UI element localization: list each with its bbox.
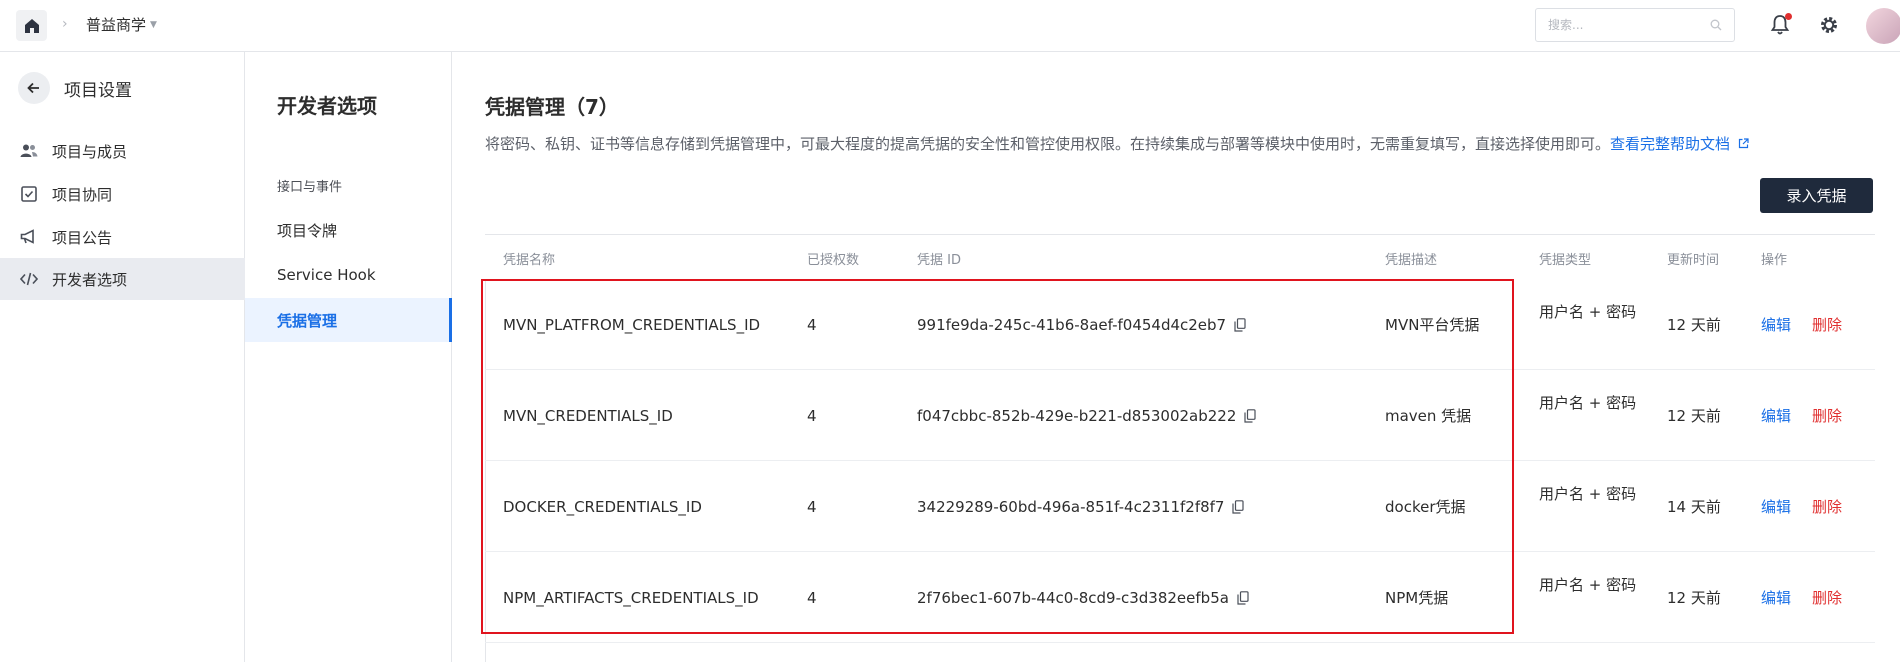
sidebar-item-label: 项目公告 <box>52 228 113 247</box>
credential-type: 用户名 + 密码 <box>1539 576 1637 594</box>
copy-icon[interactable] <box>1237 590 1249 605</box>
caret-down-icon: ▼ <box>150 19 157 30</box>
credential-name: DOCKER_CREDENTIALS_ID <box>503 497 702 516</box>
settings-button[interactable] <box>1818 14 1840 36</box>
subnav-item-project-token[interactable]: 项目令牌 <box>245 208 452 252</box>
edit-link[interactable]: 编辑 <box>1761 279 1791 370</box>
copy-icon[interactable] <box>1232 499 1245 514</box>
user-avatar[interactable] <box>1866 8 1900 44</box>
credential-type: 用户名 + 密码 <box>1539 394 1637 412</box>
edit-link[interactable]: 编辑 <box>1761 552 1791 643</box>
column-header-description: 凭据描述 <box>1385 253 1438 268</box>
checkbox-icon <box>20 185 38 203</box>
sidebar-item-announcements[interactable]: 项目公告 <box>0 216 245 258</box>
subnav-item-credentials[interactable]: 凭据管理 <box>245 298 452 342</box>
external-link-icon <box>1738 138 1749 149</box>
authorized-count: 4 <box>807 406 817 425</box>
home-button[interactable] <box>16 10 47 41</box>
table-header: 凭据名称 已授权数 凭据 ID 凭据描述 凭据类型 更新时间 操作 <box>485 234 1875 279</box>
edit-link[interactable]: 编辑 <box>1761 370 1791 461</box>
delete-link[interactable]: 删除 <box>1812 552 1842 643</box>
credential-id: 34229289-60bd-496a-851f-4c2311f2f8f7 <box>917 497 1225 516</box>
authorized-count: 4 <box>807 588 817 607</box>
project-settings-sidebar: 项目设置 项目与成员 项目协同 项目公告 开发者选项 <box>0 52 245 662</box>
delete-link[interactable]: 删除 <box>1812 461 1842 552</box>
credential-name: NPM_ARTIFACTS_CREDENTIALS_ID <box>503 588 759 607</box>
page-title: 凭据管理（7） <box>485 95 619 119</box>
credential-description: MVN平台凭据 <box>1385 316 1480 334</box>
members-icon <box>20 142 38 160</box>
developer-options-nav: 开发者选项 接口与事件 项目令牌 Service Hook 凭据管理 <box>245 52 452 662</box>
project-breadcrumb[interactable]: 普益商学 ▼ <box>86 14 157 35</box>
delete-link[interactable]: 删除 <box>1812 279 1842 370</box>
edit-link[interactable]: 编辑 <box>1761 461 1791 552</box>
credential-name: MVN_CREDENTIALS_ID <box>503 406 673 425</box>
chevron-right-icon: › <box>62 16 68 32</box>
arrow-left-icon <box>27 82 39 94</box>
search-box[interactable] <box>1535 8 1735 42</box>
sidebar-item-developer[interactable]: 开发者选项 <box>0 258 245 300</box>
authorized-count: 4 <box>807 497 817 516</box>
subnav-item-api-events[interactable]: 接口与事件 <box>245 163 452 207</box>
column-header-name: 凭据名称 <box>503 253 556 268</box>
megaphone-icon <box>20 228 38 246</box>
add-credential-button[interactable]: 录入凭据 <box>1760 178 1873 213</box>
sidebar-item-label: 项目与成员 <box>52 142 128 161</box>
column-header-actions: 操作 <box>1761 253 1788 268</box>
home-icon <box>24 18 39 33</box>
credential-id-cell: 34229289-60bd-496a-851f-4c2311f2f8f7 <box>917 461 1245 552</box>
updated-time: 12 天前 <box>1667 316 1721 334</box>
updated-time: 14 天前 <box>1667 498 1721 516</box>
notification-button[interactable] <box>1770 13 1792 36</box>
credential-id-cell: 2f76bec1-607b-44c0-8cd9-c3d382eefb5a <box>917 552 1249 643</box>
search-icon <box>1710 19 1722 31</box>
column-header-count: 已授权数 <box>807 253 860 268</box>
description-text: 将密码、私钥、证书等信息存储到凭据管理中，可最大程度的提高凭据的安全性和管控使用… <box>485 135 1611 153</box>
authorized-count: 4 <box>807 315 817 334</box>
credential-description: docker凭据 <box>1385 498 1466 516</box>
sidebar-item-members[interactable]: 项目与成员 <box>0 130 245 172</box>
gear-icon <box>1821 17 1837 33</box>
credential-id: 991fe9da-245c-41b6-8aef-f0454d4c2eb7 <box>917 315 1227 334</box>
sidebar-item-label: 开发者选项 <box>52 270 128 289</box>
delete-link[interactable]: 删除 <box>1812 370 1842 461</box>
page-description: 将密码、私钥、证书等信息存储到凭据管理中，可最大程度的提高凭据的安全性和管控使用… <box>485 133 1749 154</box>
copy-icon[interactable] <box>1234 317 1246 332</box>
notification-dot <box>1785 13 1792 20</box>
copy-icon[interactable] <box>1244 408 1256 423</box>
back-to-project[interactable]: 项目设置 <box>18 72 132 104</box>
table-row: DOCKER_CREDENTIALS_ID 4 34229289-60bd-49… <box>485 461 1875 552</box>
credential-id: 2f76bec1-607b-44c0-8cd9-c3d382eefb5a <box>917 588 1229 607</box>
help-link-label: 查看完整帮助文档 <box>1610 135 1731 153</box>
credential-id-cell: f047cbbc-852b-429e-b221-d853002ab222 <box>917 370 1256 461</box>
table-row: MVN_CREDENTIALS_ID 4 f047cbbc-852b-429e-… <box>485 370 1875 461</box>
credential-description: maven 凭据 <box>1385 407 1472 425</box>
table-row: NPM_ARTIFACTS_CREDENTIALS_ID 4 2f76bec1-… <box>485 552 1875 643</box>
credential-name: MVN_PLATFROM_CREDENTIALS_ID <box>503 315 761 334</box>
top-bar: › 普益商学 ▼ <box>0 0 1900 52</box>
credential-type: 用户名 + 密码 <box>1539 485 1637 503</box>
updated-time: 12 天前 <box>1667 407 1721 425</box>
column-header-type: 凭据类型 <box>1539 253 1592 268</box>
back-button[interactable] <box>18 72 50 104</box>
breadcrumb-label: 普益商学 <box>86 16 147 34</box>
sidebar-title: 项目设置 <box>64 80 132 101</box>
table-row: MVN_PLATFROM_CREDENTIALS_ID 4 991fe9da-2… <box>485 279 1875 370</box>
code-icon <box>20 270 38 288</box>
column-header-updated: 更新时间 <box>1667 253 1720 268</box>
help-doc-link[interactable]: 查看完整帮助文档 <box>1610 135 1749 153</box>
credential-id-cell: 991fe9da-245c-41b6-8aef-f0454d4c2eb7 <box>917 279 1246 370</box>
subnav-title: 开发者选项 <box>277 94 377 118</box>
column-header-id: 凭据 ID <box>917 253 961 268</box>
sidebar-item-collaboration[interactable]: 项目协同 <box>0 173 245 215</box>
credential-description: NPM凭据 <box>1385 589 1449 607</box>
credential-type: 用户名 + 密码 <box>1539 303 1637 321</box>
subnav-item-service-hook[interactable]: Service Hook <box>245 253 452 297</box>
sidebar-item-label: 项目协同 <box>52 185 113 204</box>
updated-time: 12 天前 <box>1667 589 1721 607</box>
credential-id: f047cbbc-852b-429e-b221-d853002ab222 <box>917 406 1237 425</box>
search-input[interactable] <box>1548 18 1698 32</box>
